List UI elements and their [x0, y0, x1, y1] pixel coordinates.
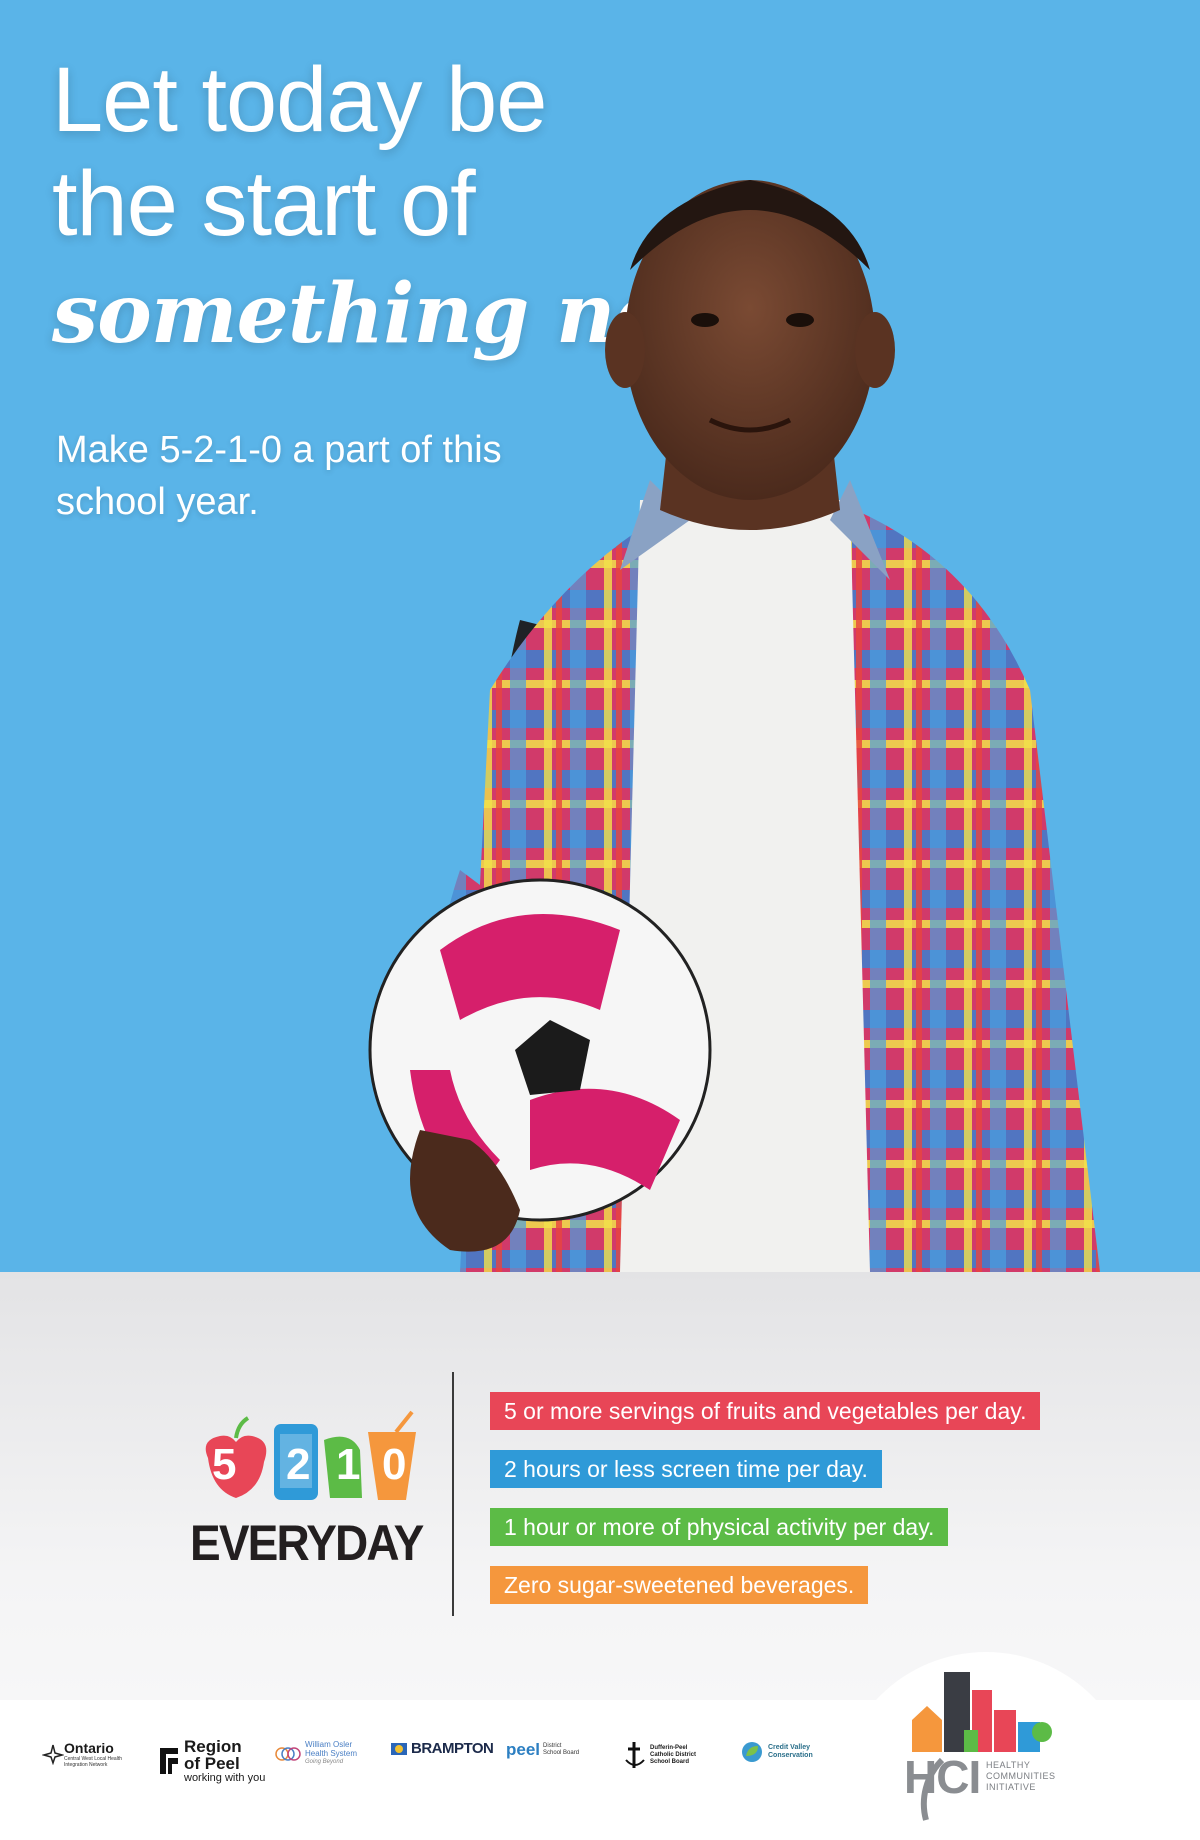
boy-with-soccer-ball-photo [368, 180, 1100, 1272]
digit-2: 2 [286, 1440, 311, 1489]
dpcdsb-line-3: School Board [650, 1758, 690, 1765]
habit-screen-time: 2 hours or less screen time per day. [490, 1450, 882, 1488]
hci-line-2: COMMUNITIES [986, 1771, 1056, 1781]
digit-5: 5 [212, 1440, 237, 1489]
peel-name-1: Region [184, 1737, 242, 1756]
partner-region-of-peel: Region of Peel working with you [158, 1738, 265, 1784]
digit-0: 0 [382, 1440, 407, 1489]
partner-ontario-lhin: Ontario Central West Local Health Integr… [42, 1740, 144, 1768]
dpcdsb-line-2: Catholic District [650, 1751, 697, 1758]
cvc-line-1: Credit Valley [768, 1744, 811, 1751]
partner-william-osler: William Osler Health System Going Beyond [274, 1740, 357, 1767]
pdsb-sub-2: School Board [543, 1750, 580, 1756]
habit-physical-activity: 1 hour or more of physical activity per … [490, 1508, 949, 1546]
brampton-flower-icon [391, 1742, 407, 1755]
5210-digits: 5 2 1 0 [190, 1434, 430, 1504]
osler-name-1: William Osler [305, 1740, 353, 1749]
hci-full-name: HEALTHY COMMUNITIES INITIATIVE [986, 1760, 1056, 1793]
peel-sub: working with you [184, 1772, 266, 1784]
panel-divider [452, 1372, 454, 1616]
partner-brampton: BRAMPTON [390, 1740, 494, 1757]
trillium-icon [42, 1744, 64, 1765]
peel-name-2: of Peel [184, 1754, 240, 1773]
digit-1: 1 [336, 1440, 361, 1489]
partner-peel-district-school-board: peel District School Board [506, 1740, 579, 1760]
hci-line-1: HEALTHY [986, 1760, 1031, 1770]
osler-rings-icon [275, 1746, 301, 1761]
partner-dufferin-peel-catholic: Dufferin-Peel Catholic District School B… [624, 1740, 696, 1770]
cross-logo-icon [625, 1742, 645, 1768]
leaf-icon [742, 1742, 762, 1762]
osler-sub: Going Beyond [305, 1759, 344, 1765]
habit-fruits-vegetables: 5 or more servings of fruits and vegetab… [490, 1392, 1041, 1430]
ontario-sub: Central West Local Health Integration Ne… [64, 1756, 122, 1768]
headline-line-1: Let today be [52, 49, 547, 151]
habit-zero-sugar-beverages: Zero sugar-sweetened beverages. [490, 1566, 869, 1604]
everyday-tagline: EVERYDAY [190, 1515, 424, 1571]
cvc-line-2: Conservation [768, 1752, 813, 1759]
pdsb-sub-1: District [543, 1743, 562, 1749]
osler-name-2: Health System [305, 1749, 358, 1758]
hci-line-3: INITIATIVE [986, 1782, 1036, 1792]
hero-section: Let today be the start of something new!… [0, 0, 1200, 1272]
ontario-name: Ontario [64, 1740, 114, 1756]
peel-logo-icon [160, 1748, 178, 1774]
pdsb-name: peel [506, 1740, 541, 1759]
brampton-name: BRAMPTON [411, 1740, 494, 1757]
dpcdsb-line-1: Dufferin-Peel [650, 1744, 688, 1751]
hci-abbr: HCI [904, 1751, 981, 1803]
partner-credit-valley-conservation: Credit Valley Conservation [740, 1740, 813, 1764]
hci-city-skyline-icon [912, 1672, 1052, 1821]
